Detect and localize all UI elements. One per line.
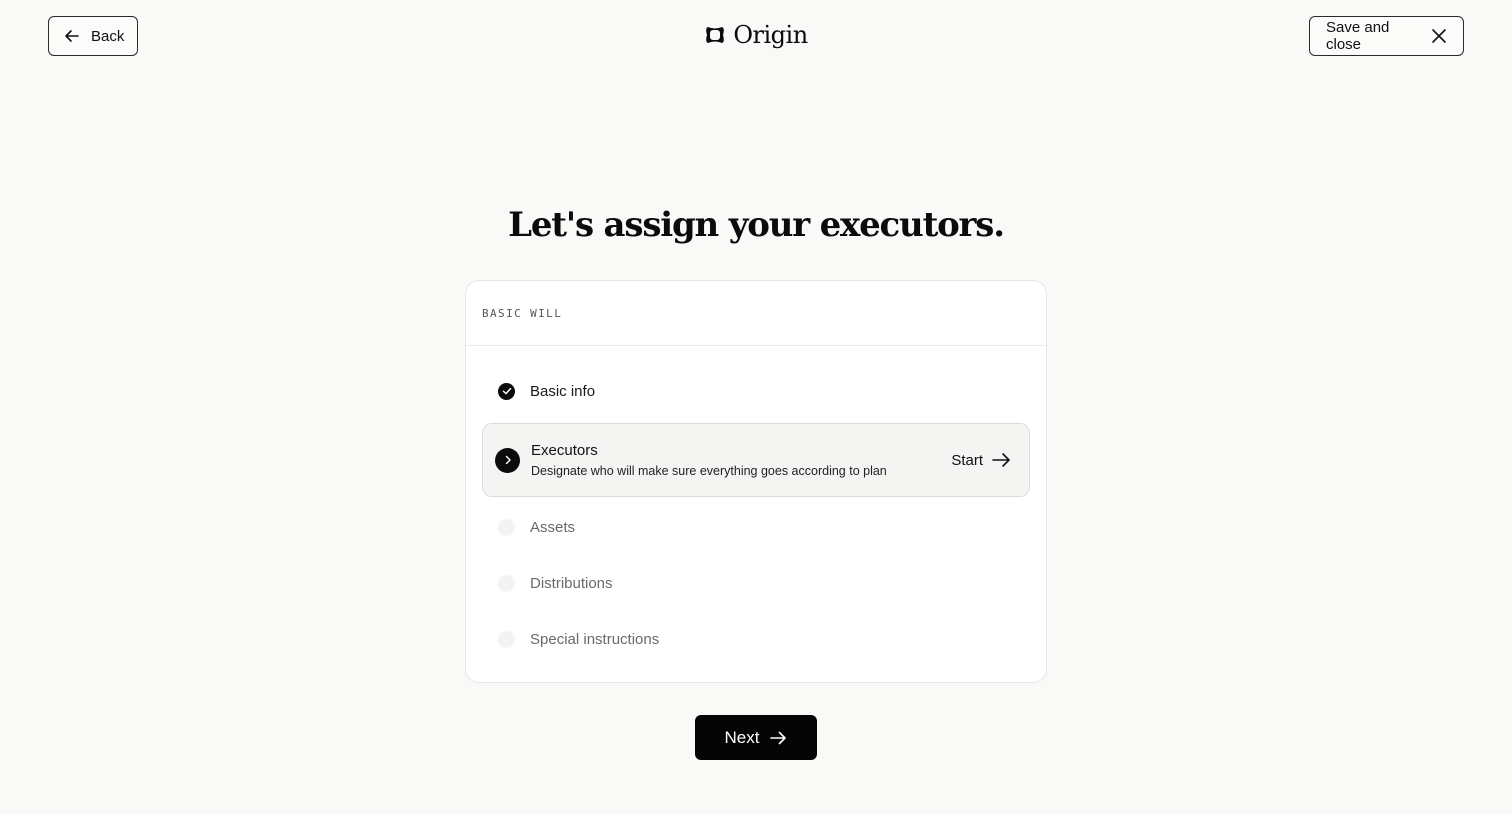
step-description: Designate who will make sure everything … <box>531 464 887 478</box>
step-label: Executors <box>531 442 598 459</box>
check-circle-icon <box>498 382 515 400</box>
save-and-close-label: Save and close <box>1326 19 1390 53</box>
step-special-instructions[interactable]: Special instructions <box>482 625 1030 653</box>
start-button[interactable]: Start <box>951 424 1011 496</box>
step-executors-text: Executors Designate who will make sure e… <box>531 442 887 478</box>
close-icon <box>1432 29 1446 43</box>
arrow-right-icon <box>770 731 787 744</box>
next-button[interactable]: Next <box>695 715 817 760</box>
step-distributions[interactable]: Distributions <box>482 569 1030 597</box>
arrow-right-icon <box>992 453 1010 467</box>
brand-name: Origin <box>733 21 808 49</box>
card-header: BASIC WILL <box>466 281 1046 346</box>
page-title: Let's assign your executors. <box>508 205 1005 245</box>
start-label: Start <box>951 451 983 469</box>
next-button-label: Next <box>724 727 760 747</box>
page: Back Origin Save and close Let's assign … <box>0 0 1512 814</box>
chevron-right-icon <box>495 447 520 473</box>
step-executors[interactable]: Executors Designate who will make sure e… <box>482 423 1030 497</box>
steps-card: BASIC WILL Basic info Executors Designat… <box>465 280 1047 683</box>
empty-circle-icon <box>498 574 515 592</box>
origin-logo-icon <box>706 27 725 43</box>
step-label: Assets <box>530 518 576 536</box>
step-label: Basic info <box>530 382 596 400</box>
step-assets[interactable]: Assets <box>482 513 1030 541</box>
card-label: BASIC WILL <box>482 306 563 320</box>
step-basic-info[interactable]: Basic info <box>482 377 1030 405</box>
empty-circle-icon <box>498 518 515 536</box>
save-and-close-button[interactable]: Save and close <box>1309 16 1464 56</box>
empty-circle-icon <box>498 630 515 648</box>
brand-logo: Origin <box>0 18 1512 52</box>
step-label: Distributions <box>530 574 613 592</box>
step-label: Special instructions <box>530 630 660 648</box>
